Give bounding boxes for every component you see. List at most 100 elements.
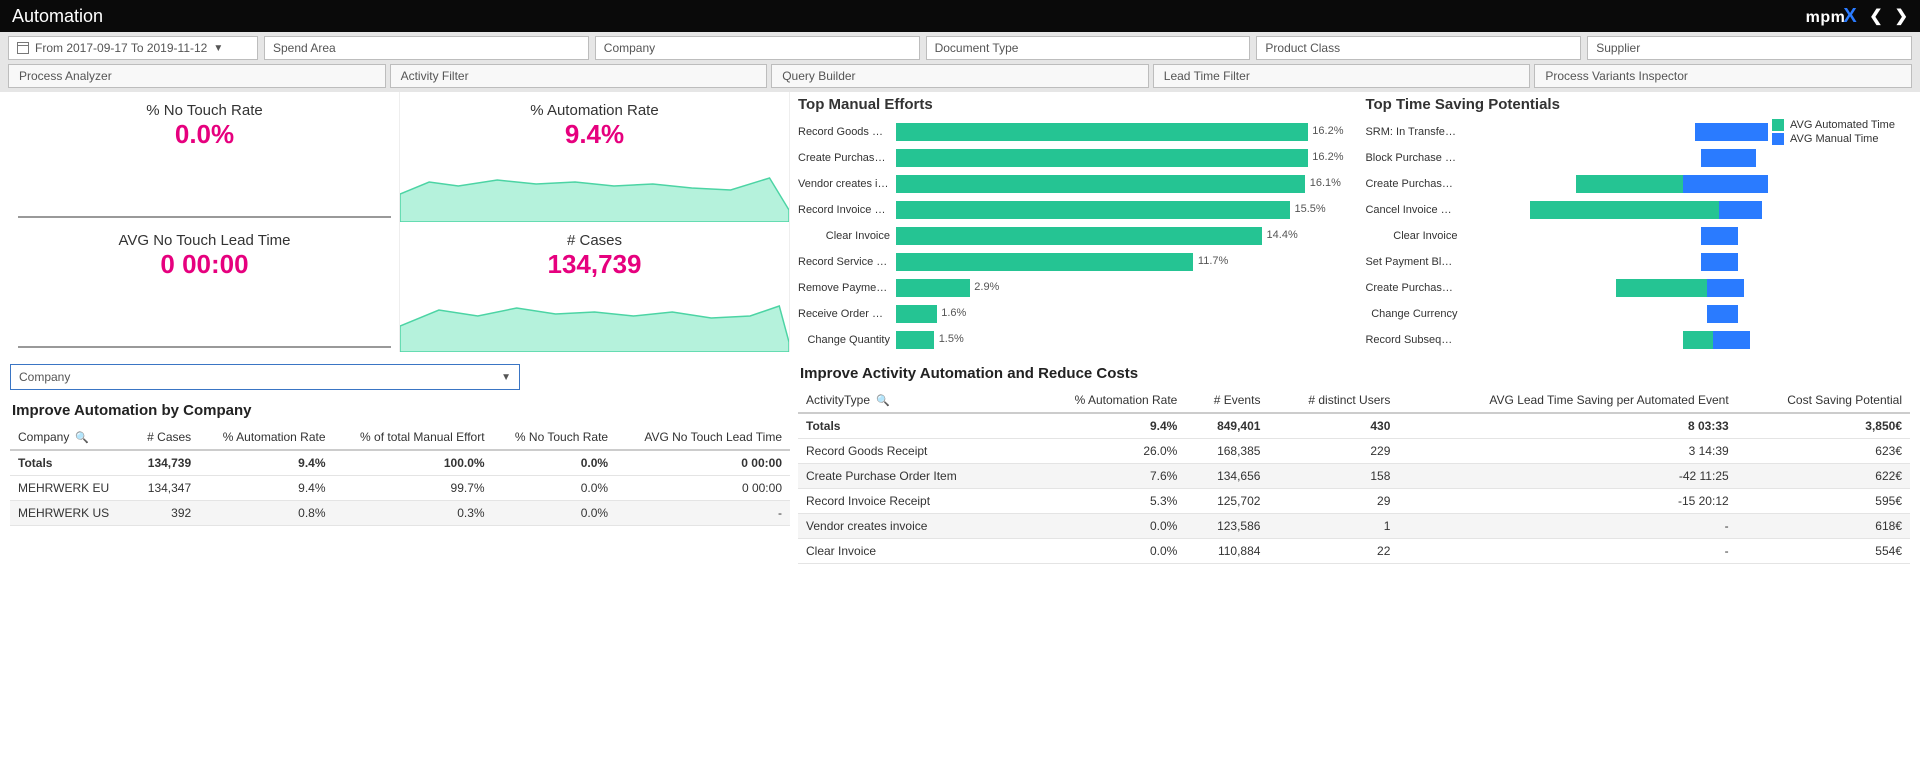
bar-label: Create Purchase ... [1365,282,1463,294]
bar-label: Receive Order Co... [798,308,896,320]
bar-value: 16.2% [1312,125,1343,137]
bar-fill [896,305,937,323]
chevron-down-icon: ▼ [213,43,223,54]
bar-row[interactable]: Change Currency [1365,301,1768,327]
chart-time-saving[interactable]: Top Time Saving Potentials SRM: In Trans… [1365,94,1910,353]
table-row[interactable]: MEHRWERK US3920.8%0.3%0.0%- [10,501,790,526]
bar-value: 2.9% [974,281,999,293]
table-row[interactable]: Clear Invoice0.0%110,88422-554€ [798,539,1910,564]
bar-manual [1707,279,1744,297]
activity-table-title: Improve Activity Automation and Reduce C… [800,365,1910,382]
nav-next-icon[interactable]: ❯ [1895,6,1908,26]
bar-row[interactable]: Create Purchase ... [1365,171,1768,197]
filter-supplier[interactable]: Supplier [1587,36,1912,60]
bar-row[interactable]: Create Purchase ... [1365,275,1768,301]
table-header-row: ActivityType🔍 % Automation Rate # Events… [798,388,1910,413]
bar-fill [896,227,1262,245]
bar-fill [896,201,1290,219]
bar-fill [896,279,970,297]
tab-lead-time-filter[interactable]: Lead Time Filter [1153,64,1531,88]
tab-process-variants[interactable]: Process Variants Inspector [1534,64,1912,88]
tab-process-analyzer[interactable]: Process Analyzer [8,64,386,88]
filter-company[interactable]: Company [595,36,920,60]
bar-label: Set Payment Block [1365,256,1463,268]
nav-prev-icon[interactable]: ❮ [1869,6,1882,26]
bar-value: 14.4% [1267,229,1298,241]
table-row[interactable]: MEHRWERK EU134,3479.4%99.7%0.0%0 00:00 [10,476,790,501]
date-range-filter[interactable]: From 2017-09-17 To 2019-11-12 ▼ [8,36,258,60]
bar-row[interactable]: Create Purchase ...16.2% [798,145,1353,171]
bar-row[interactable]: Record Subseque... [1365,327,1768,353]
legend-swatch-green [1772,119,1784,131]
bar-row[interactable]: Record Service E... 11.7% [798,249,1353,275]
bar-fill [896,123,1308,141]
bar-row[interactable]: Set Payment Block [1365,249,1768,275]
bar-label: Record Invoice Re... [798,204,896,216]
bar-row[interactable]: Cancel Invoice Re... [1365,197,1768,223]
bar-fill [896,253,1193,271]
filter-bar: From 2017-09-17 To 2019-11-12 ▼ Spend Ar… [0,32,1920,64]
bar-fill [896,149,1308,167]
calendar-icon [17,42,29,54]
app-header: Automation mpmX ❮ ❯ [0,0,1920,32]
bar-manual [1707,305,1737,323]
kpi-automation-rate[interactable]: % Automation Rate 9.4% [400,92,790,222]
table-header-row: Company🔍 # Cases % Automation Rate % of … [10,425,790,450]
legend-swatch-blue [1772,133,1784,145]
tab-query-builder[interactable]: Query Builder [771,64,1149,88]
bar-label: Remove Payment... [798,282,896,294]
bar-automated [1683,331,1713,349]
bar-label: Clear Invoice [798,230,896,242]
bar-label: Change Currency [1365,308,1463,320]
sparkline-area [400,162,789,222]
kpi-grid: % No Touch Rate 0.0% % Automation Rate 9… [10,92,790,352]
bar-value: 16.2% [1312,151,1343,163]
bar-row[interactable]: Remove Payment... 2.9% [798,275,1353,301]
kpi-value: 0 00:00 [14,249,395,280]
bar-row[interactable]: Change Quantity1.5% [798,327,1353,353]
bar-label: Record Subseque... [1365,334,1463,346]
search-icon[interactable]: 🔍 [876,395,890,407]
filter-document-type[interactable]: Document Type [926,36,1251,60]
filter-product-class[interactable]: Product Class [1256,36,1581,60]
kpi-value: 9.4% [404,119,785,150]
table-row[interactable]: Vendor creates invoice0.0%123,5861-618€ [798,514,1910,539]
tab-activity-filter[interactable]: Activity Filter [390,64,768,88]
table-row[interactable]: Totals134,7399.4%100.0%0.0%0 00:00 [10,450,790,476]
bar-manual [1719,201,1762,219]
kpi-no-touch-rate[interactable]: % No Touch Rate 0.0% [10,92,400,222]
bar-label: Record Service E... [798,256,896,268]
bar-label: Record Goods Re... [798,126,896,138]
bar-label: Clear Invoice [1365,230,1463,242]
activity-table: ActivityType🔍 % Automation Rate # Events… [798,388,1910,564]
bar-automated [1616,279,1707,297]
kpi-cases[interactable]: # Cases 134,739 [400,222,790,352]
flatline-icon [18,346,391,348]
bar-row[interactable]: SRM: In Transfer t... [1365,119,1768,145]
bar-manual [1701,149,1756,167]
kpi-avg-no-touch-lead[interactable]: AVG No Touch Lead Time 0 00:00 [10,222,400,352]
bar-manual [1701,253,1738,271]
bar-row[interactable]: Block Purchase O... [1365,145,1768,171]
bar-value: 15.5% [1294,203,1325,215]
chart-manual-efforts[interactable]: Top Manual Efforts Record Goods Re...16.… [798,94,1353,353]
kpi-value: 0.0% [14,119,395,150]
bar-row[interactable]: Vendor creates in...16.1% [798,171,1353,197]
table-row[interactable]: Record Goods Receipt26.0%168,3852293 14:… [798,439,1910,464]
search-icon[interactable]: 🔍 [75,432,89,444]
table-row[interactable]: Record Invoice Receipt5.3%125,70229-15 2… [798,489,1910,514]
bar-row[interactable]: Clear Invoice [1365,223,1768,249]
company-dropdown[interactable]: Company ▼ [10,364,520,390]
bar-row[interactable]: Receive Order Co... 1.6% [798,301,1353,327]
bar-value: 1.6% [941,307,966,319]
bar-row[interactable]: Record Goods Re... 16.2% [798,119,1353,145]
table-row[interactable]: Create Purchase Order Item7.6%134,656158… [798,464,1910,489]
company-table-title: Improve Automation by Company [12,402,790,419]
bar-manual [1683,175,1768,193]
sparkline-area [400,292,789,352]
bar-value: 11.7% [1198,255,1228,267]
bar-row[interactable]: Clear Invoice 14.4% [798,223,1353,249]
table-row[interactable]: Totals9.4%849,4014308 03:333,850€ [798,413,1910,439]
filter-spend-area[interactable]: Spend Area [264,36,589,60]
bar-row[interactable]: Record Invoice Re... 15.5% [798,197,1353,223]
